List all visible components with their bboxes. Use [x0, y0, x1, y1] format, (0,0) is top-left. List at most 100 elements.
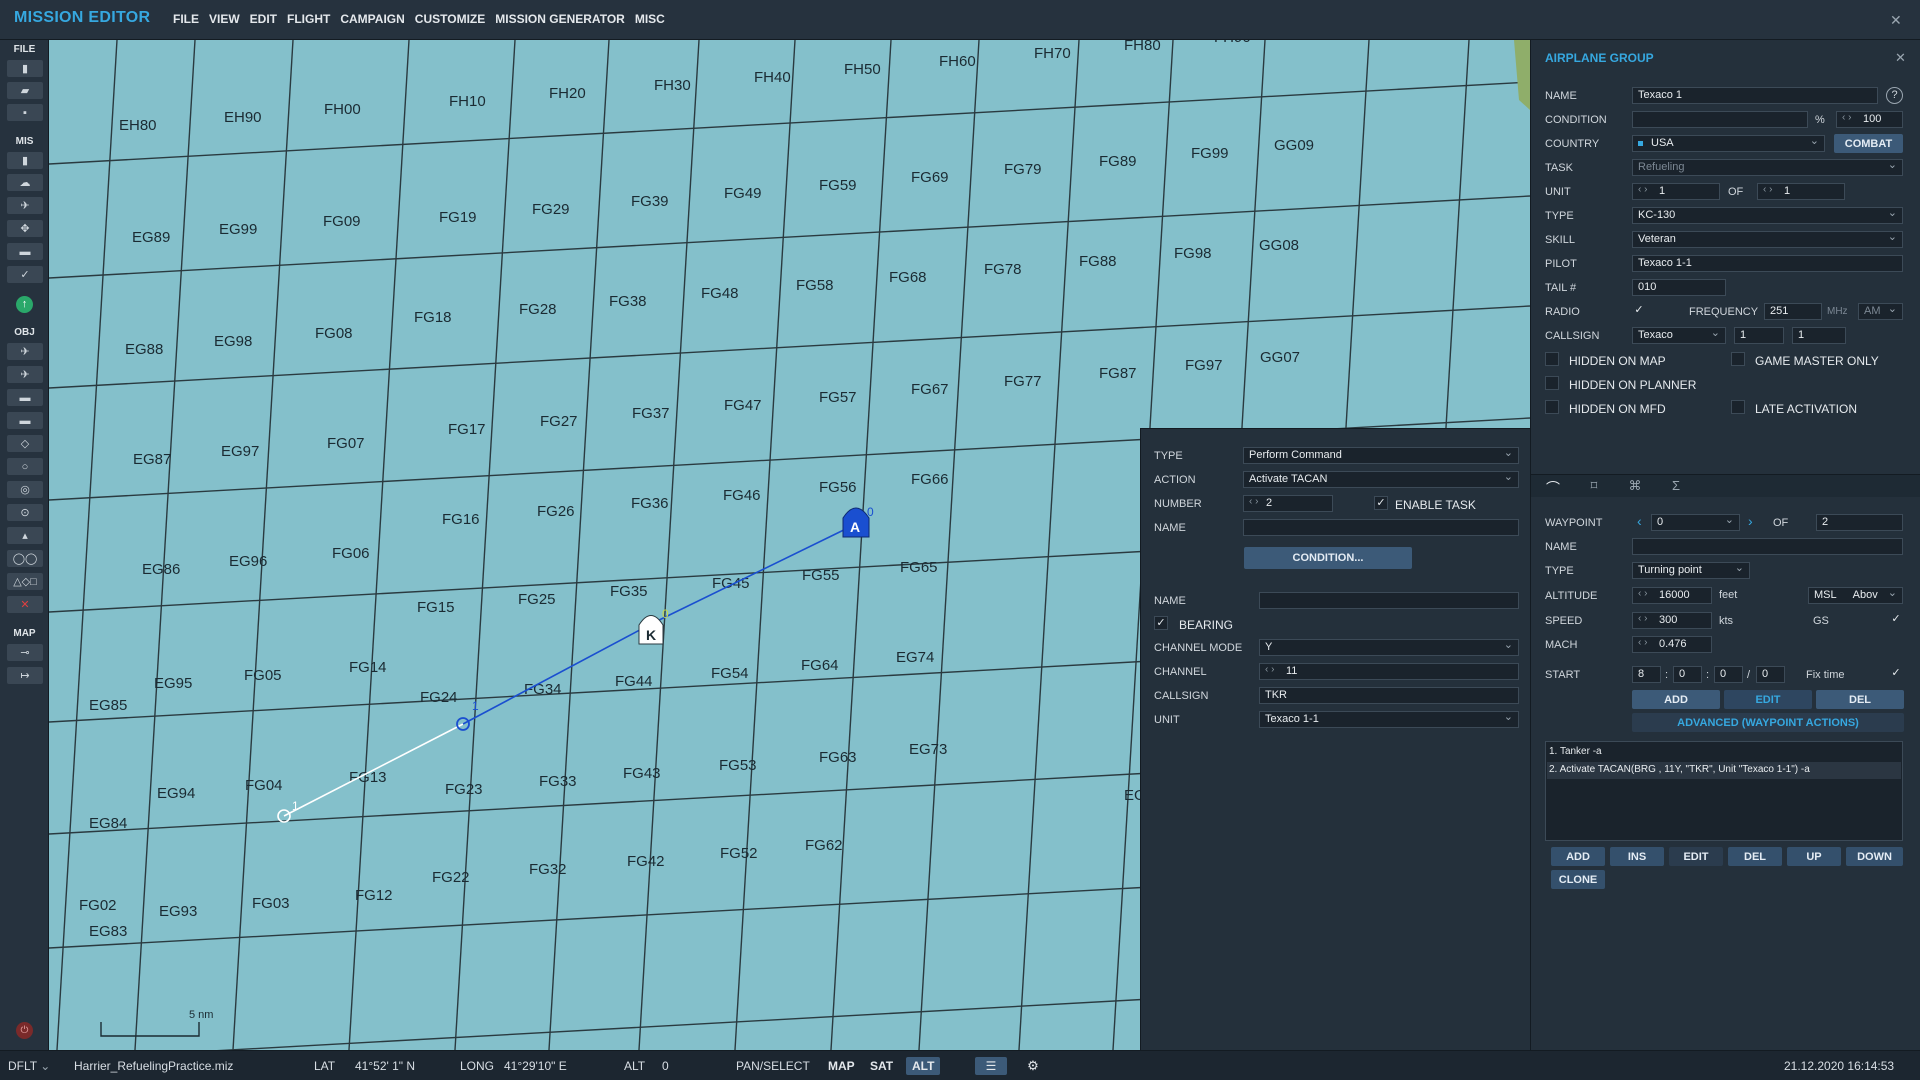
delete-icon[interactable]: ✕ [7, 596, 43, 613]
airbase-icon[interactable]: ▴ [7, 527, 43, 544]
gs-checkbox[interactable]: ✓ [1889, 613, 1903, 627]
menu-edit[interactable]: EDIT [250, 12, 277, 26]
units-icon[interactable]: ◯◯ [7, 550, 43, 567]
close-icon[interactable]: ✕ [1890, 12, 1902, 29]
airplane-icon[interactable]: ✈ [7, 343, 43, 360]
fly-mission-icon[interactable]: ↑ [16, 296, 33, 313]
condition-button[interactable]: CONDITION... [1244, 547, 1412, 569]
nav-point-icon[interactable]: ⊙ [7, 504, 43, 521]
start-second-input[interactable]: 0 [1756, 666, 1785, 683]
modulation-dropdown[interactable]: AM [1858, 303, 1903, 320]
menu-file[interactable]: FILE [173, 12, 199, 26]
channel-mode-dropdown[interactable]: Y [1259, 639, 1519, 656]
prev-waypoint-icon[interactable]: ‹ [1637, 513, 1642, 529]
task-type-dropdown[interactable]: Perform Command [1243, 447, 1519, 464]
condition-input[interactable] [1632, 111, 1808, 128]
list-item[interactable]: 2. Activate TACAN(BRG , 11Y, "TKR", Unit… [1547, 762, 1901, 779]
callsign-number-1[interactable]: 1 [1734, 327, 1784, 344]
map-mode-button[interactable]: MAP [822, 1057, 861, 1075]
frequency-input[interactable]: 251 [1764, 303, 1822, 320]
exit-icon[interactable]: ⏻ [16, 1022, 33, 1039]
task-action-dropdown[interactable]: Activate TACAN [1243, 471, 1519, 488]
summary-tab-icon[interactable]: Σ [1664, 478, 1688, 496]
menu-campaign[interactable]: CAMPAIGN [340, 12, 404, 26]
action-down-button[interactable]: DOWN [1846, 847, 1903, 866]
ship-icon[interactable]: ▬ [7, 389, 43, 406]
late-activation-checkbox[interactable] [1731, 400, 1745, 414]
start-day-input[interactable]: 8 [1632, 666, 1661, 683]
radio-checkbox[interactable]: ✓ [1632, 304, 1646, 318]
help-icon[interactable]: ? [1886, 87, 1903, 104]
task-name-input[interactable] [1243, 519, 1519, 536]
menu-misc[interactable]: MISC [635, 12, 665, 26]
triggers-icon[interactable]: ✥ [7, 220, 43, 237]
pilot-input[interactable]: Texaco 1-1 [1632, 255, 1903, 272]
weather-icon[interactable]: ☁ [7, 174, 43, 191]
callsign-dropdown[interactable]: Texaco [1632, 327, 1726, 344]
zone-icon[interactable]: ◎ [7, 481, 43, 498]
enable-task-checkbox[interactable]: ✓ [1374, 496, 1388, 510]
helicopter-icon[interactable]: ✈ [7, 366, 43, 383]
advanced-waypoint-actions-button[interactable]: ADVANCED (WAYPOINT ACTIONS) [1632, 713, 1904, 732]
task-dropdown[interactable]: Refueling [1632, 159, 1903, 176]
route-tab-icon[interactable]: ⌒ [1541, 478, 1565, 496]
save-icon[interactable]: ▪ [7, 104, 43, 121]
payload-tab-icon[interactable]: ⌑ [1582, 478, 1606, 496]
action-name-input[interactable] [1259, 592, 1519, 609]
hidden-on-mfd-checkbox[interactable] [1545, 400, 1559, 414]
list-item[interactable]: 1. Tanker -a [1549, 746, 1602, 757]
pan-select-mode[interactable]: PAN/SELECT [736, 1059, 810, 1073]
goals-icon[interactable]: ▬ [7, 243, 43, 260]
wp-add-button[interactable]: ADD [1632, 690, 1720, 709]
template-icon[interactable]: ○ [7, 458, 43, 475]
shapes-icon[interactable]: △◇□ [7, 573, 43, 590]
action-add-button[interactable]: ADD [1551, 847, 1605, 866]
waypoint-dropdown[interactable]: 0 [1651, 514, 1740, 531]
menu-flight[interactable]: FLIGHT [287, 12, 330, 26]
vehicle-icon[interactable]: ▬ [7, 412, 43, 429]
measure-icon[interactable]: ↦ [7, 667, 43, 684]
type-dropdown[interactable]: KC-130 [1632, 207, 1903, 224]
altitude-reference-dropdown[interactable]: MSL Abov [1808, 587, 1903, 604]
new-file-icon[interactable]: ▮ [7, 60, 43, 77]
open-folder-icon[interactable]: ▰ [7, 82, 43, 99]
skill-dropdown[interactable]: Veteran [1632, 231, 1903, 248]
bearing-checkbox[interactable]: ✓ [1154, 616, 1168, 630]
wp-name-input[interactable] [1632, 538, 1903, 555]
alt-mode-button[interactable]: ALT [906, 1057, 941, 1075]
briefing-icon[interactable]: ▮ [7, 152, 43, 169]
action-up-button[interactable]: UP [1787, 847, 1841, 866]
wp-del-button[interactable]: DEL [1816, 690, 1904, 709]
action-ins-button[interactable]: INS [1610, 847, 1664, 866]
task-unit-dropdown[interactable]: Texaco 1-1 [1259, 711, 1519, 728]
task-callsign-input[interactable]: TKR [1259, 687, 1519, 704]
action-clone-button[interactable]: CLONE [1551, 870, 1605, 889]
callsign-number-2[interactable]: 1 [1792, 327, 1846, 344]
hidden-on-planner-checkbox[interactable] [1545, 376, 1559, 390]
settings-icon[interactable]: ⚙ [1022, 1057, 1044, 1075]
menu-customize[interactable]: CUSTOMIZE [415, 12, 485, 26]
hidden-on-map-checkbox[interactable] [1545, 352, 1559, 366]
action-del-button[interactable]: DEL [1728, 847, 1782, 866]
action-edit-button[interactable]: EDIT [1669, 847, 1723, 866]
profile-dropdown[interactable]: DFLT ⌄ [8, 1059, 50, 1073]
options-icon[interactable]: ✈ [7, 197, 43, 214]
game-master-only-checkbox[interactable] [1731, 352, 1745, 366]
start-hour-input[interactable]: 0 [1673, 666, 1702, 683]
menu-mission-generator[interactable]: MISSION GENERATOR [495, 12, 625, 26]
systems-tab-icon[interactable]: ⌘ [1623, 478, 1647, 496]
menu-view[interactable]: VIEW [209, 12, 240, 26]
wp-edit-button[interactable]: EDIT [1724, 690, 1812, 709]
check-icon[interactable]: ✓ [7, 266, 43, 283]
next-waypoint-icon[interactable]: › [1748, 513, 1753, 529]
group-name-input[interactable]: Texaco 1 [1632, 87, 1878, 104]
tail-input[interactable]: 010 [1632, 279, 1726, 296]
static-object-icon[interactable]: ◇ [7, 435, 43, 452]
ruler-icon[interactable]: ⊸ [7, 644, 43, 661]
start-minute-input[interactable]: 0 [1714, 666, 1743, 683]
wp-type-dropdown[interactable]: Turning point [1632, 562, 1750, 579]
sat-mode-button[interactable]: SAT [864, 1057, 899, 1075]
country-dropdown[interactable]: USA [1632, 135, 1825, 152]
fix-time-checkbox[interactable]: ✓ [1889, 667, 1903, 681]
channel-stepper[interactable]: 11 [1259, 663, 1519, 680]
